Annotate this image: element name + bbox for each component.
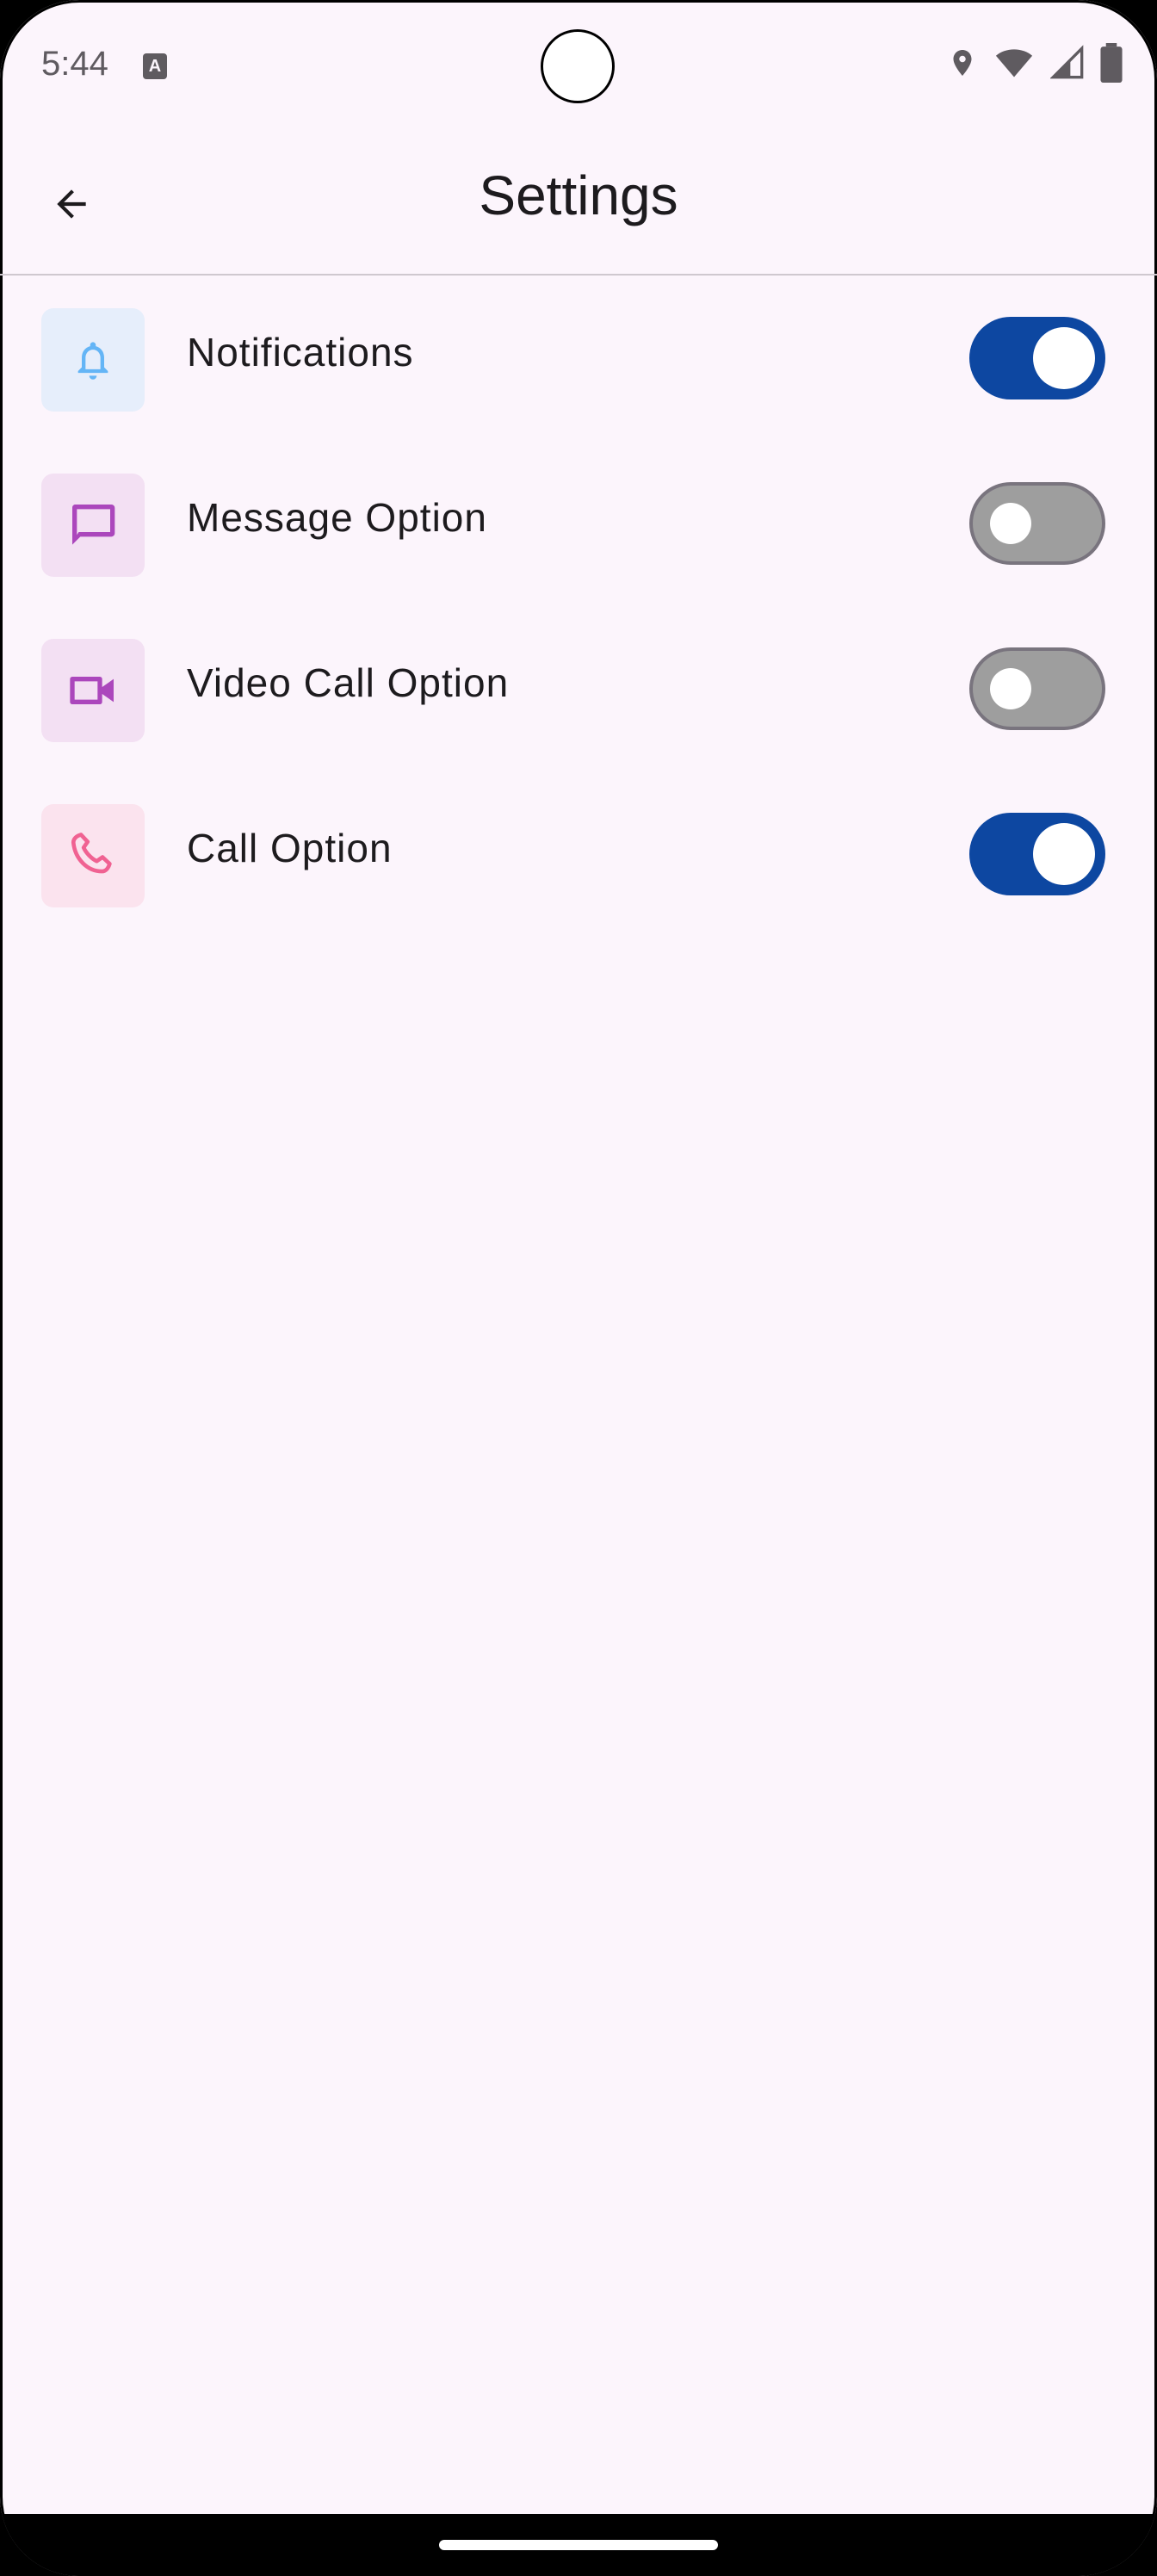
status-time: 5:44: [41, 45, 108, 83]
location-icon: [953, 50, 972, 76]
home-indicator[interactable]: [439, 2540, 718, 2550]
navigation-bar: [0, 2514, 1157, 2576]
video-camera-icon: [70, 677, 114, 704]
toggle-knob: [1033, 327, 1095, 389]
status-icons: [947, 43, 1123, 83]
wifi-icon: [995, 49, 1033, 77]
setting-row-call-option: Call Option: [0, 771, 1157, 937]
icon-box: [41, 639, 145, 742]
message-option-toggle[interactable]: [969, 482, 1105, 565]
setting-row-notifications: Notifications: [0, 276, 1157, 441]
call-option-toggle[interactable]: [969, 813, 1105, 895]
camera-cutout: [541, 29, 615, 103]
setting-row-message-option: Message Option: [0, 441, 1157, 606]
page-title: Settings: [479, 164, 678, 226]
setting-label: Video Call Option: [187, 660, 510, 705]
icon-box: [41, 308, 145, 412]
setting-label: Call Option: [187, 826, 393, 870]
toggle-knob: [990, 668, 1031, 709]
status-bar: 5:44 A: [0, 0, 1157, 129]
toggle-knob: [1033, 823, 1095, 885]
phone-icon: [71, 833, 112, 874]
notifications-toggle[interactable]: [969, 317, 1105, 399]
icon-box: [41, 474, 145, 577]
message-icon: [71, 505, 115, 545]
bell-icon: [77, 342, 108, 380]
battery-icon: [1100, 43, 1123, 83]
app-bar: Settings: [0, 129, 1157, 276]
settings-list: Notifications Message Option Video Call …: [0, 276, 1157, 937]
icon-box: [41, 804, 145, 907]
setting-label: Message Option: [187, 495, 487, 540]
video-call-option-toggle[interactable]: [969, 647, 1105, 730]
signal-icon: [1050, 45, 1084, 79]
toggle-knob: [990, 503, 1031, 544]
setting-label: Notifications: [187, 330, 414, 375]
notification-a-icon: A: [143, 53, 167, 79]
setting-row-video-call-option: Video Call Option: [0, 606, 1157, 771]
phone-screen: 5:44 A Settings Notifications Message Op…: [0, 0, 1157, 2576]
